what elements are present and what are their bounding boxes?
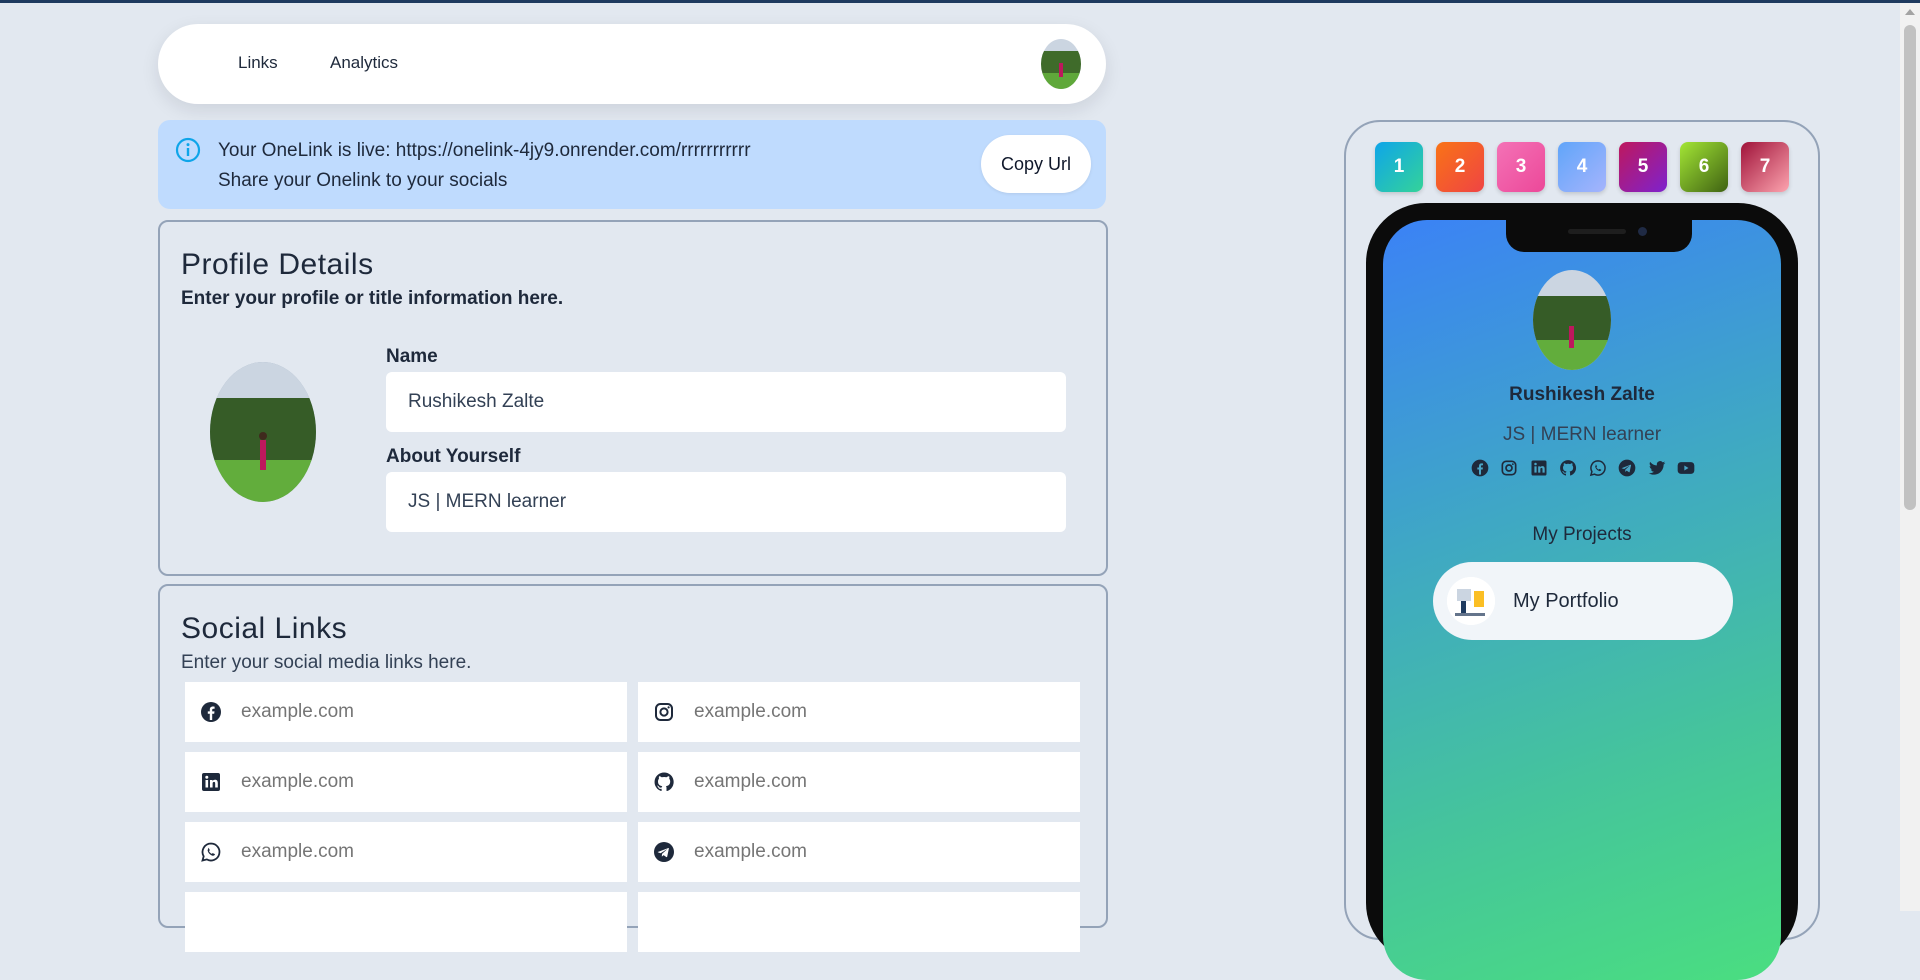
social-links-card: Social Links Enter your social media lin… bbox=[158, 584, 1108, 952]
github-icon bbox=[654, 772, 674, 792]
preview-avatar-photo-icon bbox=[1533, 270, 1611, 370]
name-input[interactable] bbox=[386, 372, 1066, 432]
telegram-input[interactable] bbox=[694, 822, 1074, 882]
share-hint-text: Share your Onelink to your socials bbox=[218, 170, 508, 191]
theme-button-5[interactable]: 5 bbox=[1619, 142, 1667, 192]
social-field-telegram bbox=[638, 822, 1080, 882]
social-field-linkedin bbox=[185, 752, 627, 812]
top-accent-bar bbox=[0, 0, 1920, 3]
instagram-icon bbox=[655, 703, 673, 721]
preview-section-title: My Projects bbox=[1532, 524, 1632, 545]
info-icon bbox=[175, 137, 201, 163]
youtube-icon[interactable] bbox=[1676, 458, 1696, 478]
preview-about: JS | MERN learner bbox=[1502, 424, 1662, 445]
preview-link-my-portfolio[interactable]: My Portfolio bbox=[1433, 562, 1733, 640]
social-field-github bbox=[638, 752, 1080, 812]
onelink-live-alert: Your OneLink is live: https://onelink-4j… bbox=[158, 120, 1106, 209]
phone-mockup: Rushikesh Zalte JS | MERN learner My Pro… bbox=[1366, 203, 1798, 980]
linkedin-icon bbox=[202, 773, 220, 791]
facebook-input[interactable] bbox=[241, 682, 621, 742]
preview-link-label: My Portfolio bbox=[1513, 590, 1619, 612]
portfolio-illustration-icon bbox=[1447, 577, 1495, 625]
facebook-icon bbox=[201, 702, 221, 722]
social-links-subtitle: Enter your social media links here. bbox=[181, 652, 472, 673]
vertical-scrollbar[interactable] bbox=[1900, 3, 1920, 911]
theme-button-1[interactable]: 1 bbox=[1375, 142, 1423, 192]
name-label: Name bbox=[386, 346, 438, 367]
onelink-url-text: Your OneLink is live: https://onelink-4j… bbox=[218, 140, 751, 161]
preview-name: Rushikesh Zalte bbox=[1509, 384, 1655, 405]
preview-avatar bbox=[1533, 270, 1611, 370]
profile-details-subtitle: Enter your profile or title information … bbox=[181, 288, 564, 309]
notch-speaker bbox=[1568, 229, 1626, 234]
whatsapp-icon[interactable] bbox=[1588, 458, 1608, 478]
whatsapp-input[interactable] bbox=[241, 822, 621, 882]
avatar-photo-icon bbox=[1041, 39, 1081, 89]
facebook-icon[interactable] bbox=[1470, 458, 1490, 478]
instagram-icon[interactable] bbox=[1499, 458, 1519, 478]
social-field-instagram bbox=[638, 682, 1080, 742]
profile-photo-icon bbox=[210, 362, 316, 502]
youtube-input[interactable] bbox=[694, 892, 1074, 952]
phone-notch bbox=[1506, 220, 1692, 252]
social-field-twitter bbox=[185, 892, 627, 952]
linkedin-icon[interactable] bbox=[1529, 458, 1549, 478]
tab-links[interactable]: Links bbox=[238, 53, 278, 73]
tab-analytics[interactable]: Analytics bbox=[330, 53, 398, 73]
profile-details-title: Profile Details bbox=[181, 248, 374, 281]
telegram-icon bbox=[654, 842, 674, 862]
instagram-input[interactable] bbox=[694, 682, 1074, 742]
theme-button-6[interactable]: 6 bbox=[1680, 142, 1728, 192]
copy-url-button[interactable]: Copy Url bbox=[981, 135, 1091, 193]
phone-screen: Rushikesh Zalte JS | MERN learner My Pro… bbox=[1383, 220, 1781, 980]
github-input[interactable] bbox=[694, 752, 1074, 812]
theme-button-3[interactable]: 3 bbox=[1497, 142, 1545, 192]
github-icon[interactable] bbox=[1558, 458, 1578, 478]
social-links-title: Social Links bbox=[181, 612, 348, 645]
twitter-icon[interactable] bbox=[1647, 458, 1667, 478]
whatsapp-icon bbox=[201, 842, 221, 862]
social-field-facebook bbox=[185, 682, 627, 742]
theme-button-2[interactable]: 2 bbox=[1436, 142, 1484, 192]
portfolio-thumbnail bbox=[1447, 577, 1495, 625]
social-field-whatsapp bbox=[185, 822, 627, 882]
twitter-input[interactable] bbox=[241, 892, 621, 952]
theme-button-7[interactable]: 7 bbox=[1741, 142, 1789, 192]
about-label: About Yourself bbox=[386, 446, 521, 467]
preview-social-icons bbox=[1470, 458, 1696, 480]
user-avatar[interactable] bbox=[1041, 39, 1081, 89]
profile-picture[interactable] bbox=[210, 362, 316, 502]
profile-details-card: Profile Details Enter your profile or ti… bbox=[158, 220, 1108, 576]
scrollbar-thumb[interactable] bbox=[1904, 25, 1916, 510]
linkedin-input[interactable] bbox=[241, 752, 621, 812]
top-nav: Links Analytics bbox=[158, 24, 1106, 104]
about-input[interactable] bbox=[386, 472, 1066, 532]
theme-button-4[interactable]: 4 bbox=[1558, 142, 1606, 192]
social-field-youtube bbox=[638, 892, 1080, 952]
notch-camera bbox=[1638, 227, 1647, 236]
telegram-icon[interactable] bbox=[1617, 458, 1637, 478]
scroll-up-arrow-icon[interactable] bbox=[1905, 9, 1915, 15]
